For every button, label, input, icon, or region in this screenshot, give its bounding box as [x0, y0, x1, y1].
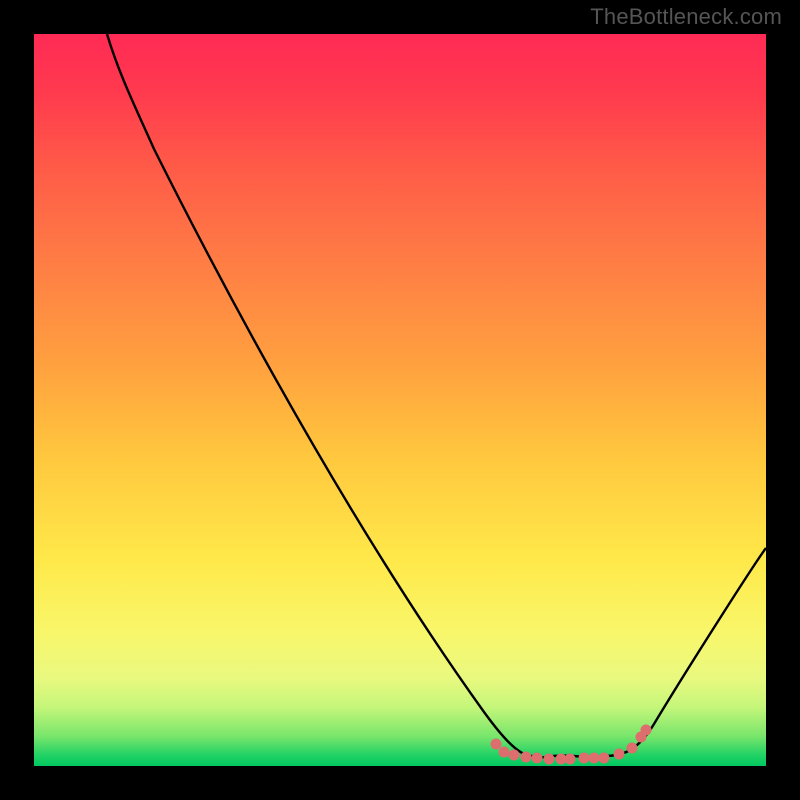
trough-dot	[499, 747, 510, 758]
trough-dot	[641, 725, 652, 736]
bottleneck-curve-path	[107, 34, 766, 758]
chart-svg	[34, 34, 766, 766]
trough-dot	[521, 752, 532, 763]
trough-dot	[491, 739, 502, 750]
trough-dots-group	[491, 725, 652, 765]
trough-dot	[614, 749, 625, 760]
trough-dot	[509, 750, 520, 761]
trough-dot	[589, 753, 600, 764]
trough-dot	[565, 754, 576, 765]
trough-dot	[627, 743, 638, 754]
trough-dot	[544, 754, 555, 765]
watermark-text: TheBottleneck.com	[590, 4, 782, 30]
trough-dot	[532, 753, 543, 764]
chart-plot-area	[34, 34, 766, 766]
trough-dot	[599, 753, 610, 764]
trough-dot	[579, 753, 590, 764]
